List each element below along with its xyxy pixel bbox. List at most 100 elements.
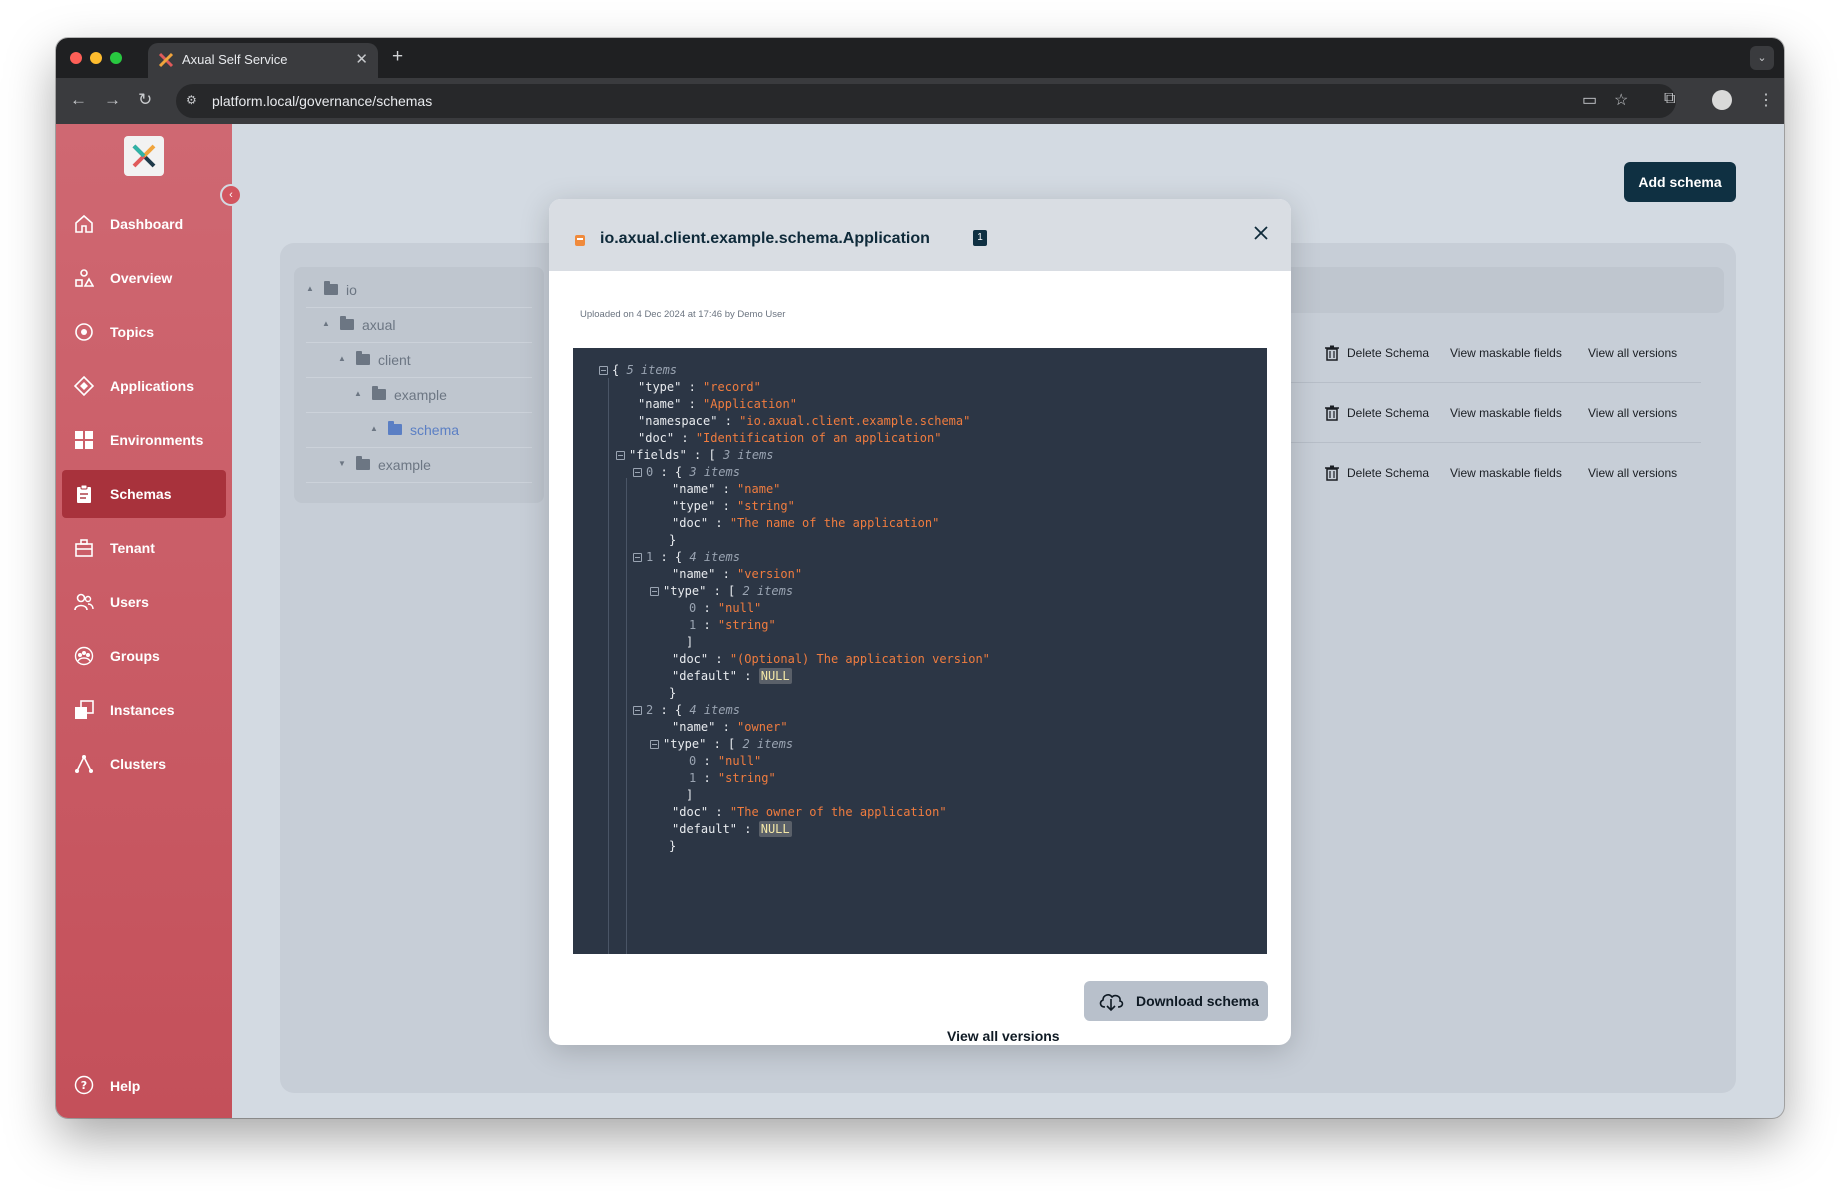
extensions-icon[interactable]: ⧉ xyxy=(1664,90,1675,108)
json-key: "doc" xyxy=(672,516,709,530)
sidebar-item-users[interactable]: Users xyxy=(62,578,226,626)
json-key: "name" xyxy=(672,482,716,496)
delete-schema-button[interactable]: Delete Schema xyxy=(1347,346,1429,360)
collapse-sidebar-button[interactable]: ‹ xyxy=(220,184,242,206)
sidebar-item-dashboard[interactable]: Dashboard xyxy=(62,200,226,248)
sidebar-item-label: Users xyxy=(110,594,149,610)
json-bracket: { xyxy=(674,550,690,564)
json-key: "doc" xyxy=(672,805,709,819)
sidebar-item-topics[interactable]: Topics xyxy=(62,308,226,356)
json-key: "name" xyxy=(672,567,716,581)
caret-down-icon[interactable]: ▼ xyxy=(338,459,346,468)
collapse-toggle-icon[interactable] xyxy=(616,451,625,460)
sidebar-item-label: Instances xyxy=(110,702,175,718)
caret-up-icon[interactable]: ▲ xyxy=(370,424,378,433)
sidebar-item-schemas[interactable]: Schemas xyxy=(62,470,226,518)
tab-title: Axual Self Service xyxy=(182,52,288,67)
download-schema-button[interactable]: Download schema xyxy=(1084,981,1268,1021)
schema-json-viewer[interactable]: { 5 items "type" : "record" "name" : "Appl… xyxy=(573,348,1267,954)
caret-up-icon[interactable]: ▲ xyxy=(322,319,330,328)
profile-avatar-icon[interactable] xyxy=(1712,90,1732,110)
trash-icon[interactable] xyxy=(1325,405,1339,421)
json-colon: : xyxy=(681,380,704,394)
tree-node-label: client xyxy=(378,352,411,368)
json-key: "type" xyxy=(672,499,716,513)
view-all-versions-button[interactable]: View all versions xyxy=(1588,346,1677,360)
json-colon: : xyxy=(737,822,759,836)
tree-node-schema[interactable]: ▲ schema xyxy=(306,413,532,448)
json-line: 1 : "string" xyxy=(689,768,776,788)
install-app-icon[interactable]: ▭ xyxy=(1582,90,1597,110)
collapse-toggle-icon[interactable] xyxy=(650,740,659,749)
modal-title: io.axual.client.example.schema.Applicati… xyxy=(600,230,930,247)
tree-node-example-collapsed[interactable]: ▼ example xyxy=(306,448,532,483)
caret-up-icon[interactable]: ▲ xyxy=(354,389,362,398)
tree-node-example[interactable]: ▲ example xyxy=(306,378,532,413)
grid-icon xyxy=(75,431,93,449)
sidebar-item-environments[interactable]: Environments xyxy=(62,416,226,464)
json-null-value: NULL xyxy=(758,821,792,837)
tree-node-axual[interactable]: ▲ axual xyxy=(306,308,532,343)
reload-icon[interactable]: ↻ xyxy=(138,90,152,110)
schema-row: Delete Schema View maskable fields View … xyxy=(1291,383,1701,443)
bookmark-star-icon[interactable]: ☆ xyxy=(1614,90,1628,110)
close-tab-icon[interactable]: ✕ xyxy=(355,50,368,68)
caret-up-icon[interactable]: ▲ xyxy=(338,354,346,363)
sidebar-item-applications[interactable]: Applications xyxy=(62,362,226,410)
json-bracket: { xyxy=(612,363,627,377)
delete-schema-button[interactable]: Delete Schema xyxy=(1347,406,1429,420)
view-maskable-fields-button[interactable]: View maskable fields xyxy=(1450,406,1562,420)
tab-search-icon[interactable]: ⌄ xyxy=(1750,46,1774,70)
collapse-toggle-icon[interactable] xyxy=(633,468,642,477)
delete-schema-button[interactable]: Delete Schema xyxy=(1347,466,1429,480)
new-tab-icon[interactable]: + xyxy=(392,46,403,68)
tree-node-io[interactable]: ▲ io xyxy=(306,273,532,308)
sidebar-item-instances[interactable]: Instances xyxy=(62,686,226,734)
version-badge: 1 xyxy=(973,230,987,246)
json-item-count: 4 items xyxy=(689,550,740,564)
close-icon[interactable] xyxy=(1251,223,1271,243)
json-colon: : xyxy=(674,431,696,445)
json-bracket: } xyxy=(669,839,677,853)
sidebar-item-label: Topics xyxy=(110,324,155,340)
tree-node-label: io xyxy=(346,282,357,298)
collapse-toggle-icon[interactable] xyxy=(599,366,608,375)
browser-menu-icon[interactable]: ⋮ xyxy=(1758,90,1774,110)
view-all-versions-button[interactable]: View all versions xyxy=(1588,406,1677,420)
caret-up-icon[interactable]: ▲ xyxy=(306,284,314,293)
add-schema-button[interactable]: Add schema xyxy=(1624,162,1736,202)
sidebar-item-groups[interactable]: Groups xyxy=(62,632,226,680)
axual-favicon-icon xyxy=(158,52,174,68)
view-maskable-fields-button[interactable]: View maskable fields xyxy=(1450,346,1562,360)
view-maskable-fields-button[interactable]: View maskable fields xyxy=(1450,466,1562,480)
sidebar-item-overview[interactable]: Overview xyxy=(62,254,226,302)
browser-tab[interactable]: Axual Self Service ✕ xyxy=(148,43,378,78)
collapse-toggle-icon[interactable] xyxy=(650,587,659,596)
collapse-toggle-icon[interactable] xyxy=(633,553,642,562)
view-all-versions-button[interactable]: View all versions xyxy=(1588,466,1677,480)
address-bar[interactable]: ⚙ platform.local/governance/schemas xyxy=(176,84,1676,118)
forward-icon[interactable]: → xyxy=(104,90,121,110)
sidebar-item-clusters[interactable]: Clusters xyxy=(62,740,226,788)
site-settings-icon[interactable]: ⚙ xyxy=(186,93,197,107)
tree-node-client[interactable]: ▲ client xyxy=(306,343,532,378)
back-icon[interactable]: ← xyxy=(70,90,87,110)
axual-logo[interactable] xyxy=(124,136,164,176)
sidebar-item-label: Schemas xyxy=(110,486,172,502)
json-colon: : xyxy=(708,805,730,819)
trash-icon[interactable] xyxy=(1325,465,1339,481)
sidebar-item-tenant[interactable]: Tenant xyxy=(62,524,226,572)
json-key: "name" xyxy=(638,397,682,411)
maximize-window-button[interactable] xyxy=(110,52,122,64)
close-window-button[interactable] xyxy=(70,52,82,64)
sidebar-item-label: Applications xyxy=(110,378,195,394)
trash-icon[interactable] xyxy=(1325,345,1339,361)
collapse-toggle-icon[interactable] xyxy=(633,706,642,715)
json-value: "name" xyxy=(737,482,781,496)
modal-view-all-versions-button[interactable]: View all versions xyxy=(947,1028,1060,1044)
json-value: "(Optional) The application version" xyxy=(729,652,990,666)
json-value: "string" xyxy=(717,618,776,632)
schema-row: Delete Schema View maskable fields View … xyxy=(1291,323,1701,383)
minimize-window-button[interactable] xyxy=(90,52,102,64)
json-line: "default" : NULL xyxy=(672,819,792,839)
